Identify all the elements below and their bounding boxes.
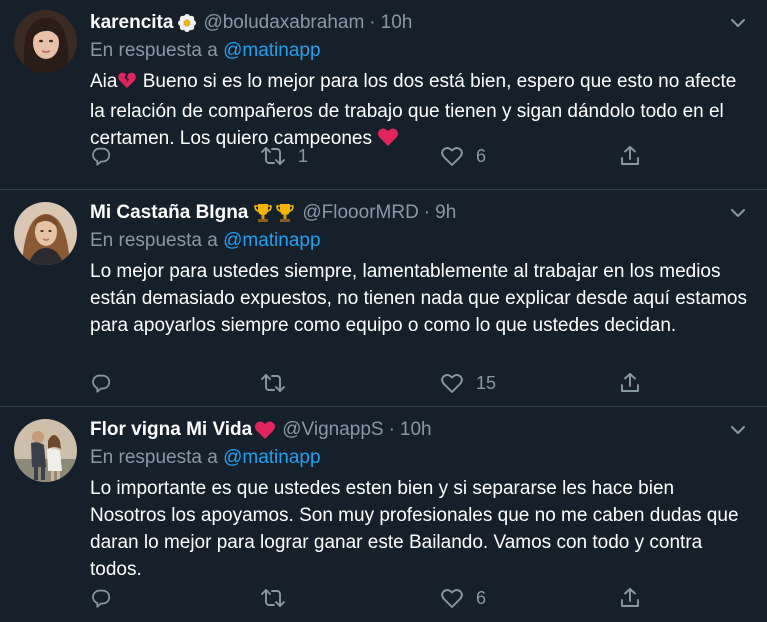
tweet-header: karencita @boludaxabraham · 10h	[90, 10, 747, 36]
retweet-button[interactable]: 1	[260, 141, 308, 171]
retweet-icon	[260, 372, 286, 394]
tweet-actions: 6	[90, 583, 747, 613]
share-button[interactable]	[619, 368, 641, 398]
trophy-emoji-icon	[274, 202, 296, 224]
share-icon	[619, 145, 641, 167]
chevron-down-icon[interactable]	[729, 204, 747, 222]
avatar[interactable]	[14, 419, 77, 482]
share-icon	[619, 372, 641, 394]
reply-mention-link[interactable]: @matinapp	[223, 40, 320, 61]
reply-button[interactable]	[90, 583, 124, 613]
reply-context: En respuesta a @matinapp	[90, 228, 747, 254]
flower-emoji-icon	[177, 13, 197, 33]
like-button[interactable]: 6	[440, 141, 486, 171]
tweet-actions: 1 6	[90, 141, 747, 171]
tweet-reply[interactable]: karencita @boludaxabraham · 10h En respu…	[0, 0, 767, 190]
user-handle[interactable]: @VignappS	[282, 419, 383, 441]
retweet-icon	[260, 587, 286, 609]
chevron-down-icon[interactable]	[729, 14, 747, 32]
tweet-text-part: Aia	[90, 71, 118, 92]
retweet-button[interactable]	[260, 583, 298, 613]
heart-icon	[440, 372, 464, 394]
tweet-text-part: Bueno si es lo mejor para los dos está b…	[90, 71, 742, 149]
broken-heart-emoji-icon	[117, 70, 137, 98]
chevron-down-icon[interactable]	[729, 421, 747, 439]
reply-feed: karencita @boludaxabraham · 10h En respu…	[0, 0, 767, 622]
reply-icon	[90, 587, 112, 609]
reply-prefix: En respuesta a	[90, 447, 218, 468]
user-handle[interactable]: @FlooorMRD	[302, 202, 418, 224]
reply-context: En respuesta a @matinapp	[90, 445, 747, 471]
like-button[interactable]: 6	[440, 583, 486, 613]
share-button[interactable]	[619, 141, 641, 171]
tweet-reply[interactable]: Flor vigna Mi Vida @VignappS · 10h En re…	[0, 407, 767, 622]
separator-dot: ·	[388, 419, 395, 440]
retweet-count: 1	[298, 145, 309, 166]
display-name[interactable]: Mi Castaña BIgna	[90, 202, 248, 224]
avatar[interactable]	[14, 202, 77, 265]
tweet-actions: 15	[90, 368, 747, 398]
reply-button[interactable]	[90, 368, 124, 398]
timestamp[interactable]: 9h	[435, 202, 456, 224]
display-name[interactable]: Flor vigna Mi Vida	[90, 419, 252, 441]
share-icon	[619, 587, 641, 609]
reply-icon	[90, 372, 112, 394]
reply-prefix: En respuesta a	[90, 230, 218, 251]
like-count: 15	[476, 372, 497, 393]
tweet-text: Lo importante es que ustedes esten bien …	[90, 478, 744, 580]
reply-button[interactable]	[90, 141, 124, 171]
display-name[interactable]: karencita	[90, 12, 173, 34]
tweet-text: Lo mejor para ustedes siempre, lamentabl…	[90, 261, 753, 336]
reply-icon	[90, 145, 112, 167]
heart-icon	[440, 145, 464, 167]
tweet-reply[interactable]: Mi Castaña BIgna @FlooorMRD · 9h En resp…	[0, 190, 767, 407]
timestamp[interactable]: 10h	[400, 419, 432, 441]
separator-dot: ·	[369, 12, 376, 33]
timestamp[interactable]: 10h	[381, 12, 413, 34]
retweet-icon	[260, 145, 286, 167]
heart-icon	[440, 587, 464, 609]
reply-mention-link[interactable]: @matinapp	[223, 447, 320, 468]
tweet-header: Flor vigna Mi Vida @VignappS · 10h	[90, 417, 747, 443]
like-count: 6	[476, 145, 487, 166]
red-heart-emoji-icon	[254, 420, 276, 440]
separator-dot: ·	[423, 202, 431, 223]
like-count: 6	[476, 587, 487, 608]
trophy-emoji-icon	[252, 202, 274, 224]
reply-context: En respuesta a @matinapp	[90, 38, 747, 64]
tweet-header: Mi Castaña BIgna @FlooorMRD · 9h	[90, 200, 747, 226]
like-button[interactable]: 15	[440, 368, 496, 398]
user-handle[interactable]: @boludaxabraham	[203, 12, 364, 34]
reply-prefix: En respuesta a	[90, 40, 218, 61]
reply-mention-link[interactable]: @matinapp	[223, 230, 320, 251]
avatar[interactable]	[14, 10, 77, 73]
retweet-button[interactable]	[260, 368, 298, 398]
share-button[interactable]	[619, 583, 641, 613]
